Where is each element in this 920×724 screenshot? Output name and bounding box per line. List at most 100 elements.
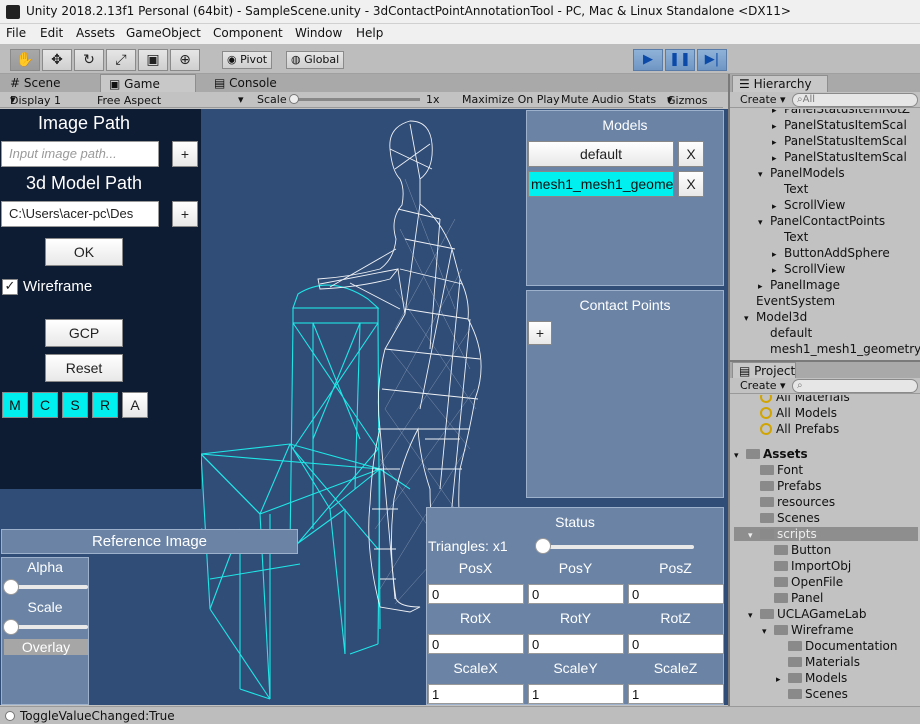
project-item[interactable]: ▸ Models xyxy=(776,671,847,685)
hierarchy-search-input[interactable]: ⌕All xyxy=(792,93,918,107)
game-view[interactable]: Image Path Input image path... + 3d Mode… xyxy=(0,109,728,705)
mode-r-button[interactable]: R xyxy=(92,392,118,418)
hierarchy-item[interactable]: ▸ ScrollView xyxy=(772,198,845,212)
expand-arrow-icon[interactable]: ▸ xyxy=(772,122,784,132)
image-path-input[interactable]: Input image path... xyxy=(1,141,159,167)
project-item[interactable]: Panel xyxy=(762,591,823,605)
menu-window[interactable]: Window xyxy=(295,26,342,40)
scale-slider[interactable] xyxy=(290,98,420,101)
mute-audio-toggle[interactable]: Mute Audio xyxy=(561,93,623,106)
tab-console[interactable]: ▤ Console xyxy=(206,74,285,92)
hierarchy-item[interactable]: ▸ PanelImage xyxy=(758,278,840,292)
menu-assets[interactable]: Assets xyxy=(76,26,115,40)
hand-tool-icon[interactable]: ✋ xyxy=(10,49,40,71)
expand-arrow-icon[interactable]: ▾ xyxy=(758,170,770,180)
model-item-mesh[interactable]: mesh1_mesh1_geomet xyxy=(528,171,674,197)
expand-arrow-icon[interactable]: ▾ xyxy=(748,531,760,541)
project-item[interactable]: Button xyxy=(762,543,831,557)
expand-arrow-icon[interactable]: ▸ xyxy=(772,202,784,212)
scalex-input[interactable]: 1 xyxy=(428,684,524,704)
posz-input[interactable]: 0 xyxy=(628,584,724,604)
menu-gameobject[interactable]: GameObject xyxy=(126,26,201,40)
triangles-slider[interactable] xyxy=(539,545,694,549)
favorite-item[interactable]: All Materials xyxy=(760,395,850,404)
rect-tool-icon[interactable]: ▣ xyxy=(138,49,168,71)
hierarchy-create-dropdown[interactable]: Create ▾ xyxy=(740,93,786,106)
hierarchy-item[interactable]: ▾ PanelModels xyxy=(758,166,845,180)
project-item[interactable]: ▾ scripts xyxy=(734,527,918,541)
hierarchy-item[interactable]: ▸ PanelStatusItemRotZ xyxy=(772,109,910,116)
tab-project[interactable]: ▤ Project xyxy=(732,362,796,379)
tab-hierarchy[interactable]: ☰ Hierarchy xyxy=(732,75,828,92)
assets-root[interactable]: ▾ Assets xyxy=(734,447,808,461)
browse-model-button[interactable]: + xyxy=(172,201,198,227)
menu-file[interactable]: File xyxy=(6,26,26,40)
posx-input[interactable]: 0 xyxy=(428,584,524,604)
expand-arrow-icon[interactable]: ▸ xyxy=(772,138,784,148)
posy-input[interactable]: 0 xyxy=(528,584,624,604)
scale-slider-knob[interactable] xyxy=(289,94,299,104)
triangles-slider-knob[interactable] xyxy=(535,538,551,554)
hierarchy-item[interactable]: default xyxy=(758,326,812,340)
expand-arrow-icon[interactable]: ▾ xyxy=(762,627,774,637)
hierarchy-item[interactable]: Text xyxy=(772,230,808,244)
move-tool-icon[interactable]: ✥ xyxy=(42,49,72,71)
project-item[interactable]: Scenes xyxy=(776,687,848,701)
rotate-tool-icon[interactable]: ↻ xyxy=(74,49,104,71)
hierarchy-item[interactable]: ▾ Model3d xyxy=(744,310,807,324)
menu-component[interactable]: Component xyxy=(213,26,283,40)
project-item[interactable]: Documentation xyxy=(776,639,898,653)
hierarchy-item[interactable]: ▸ ButtonAddSphere xyxy=(772,246,890,260)
hierarchy-item[interactable]: ▸ PanelStatusItemScal xyxy=(772,150,907,164)
mode-m-button[interactable]: M xyxy=(2,392,28,418)
hierarchy-item[interactable]: ▸ PanelStatusItemScal xyxy=(772,134,907,148)
browse-image-button[interactable]: + xyxy=(172,141,198,167)
rotz-input[interactable]: 0 xyxy=(628,634,724,654)
overlay-scale-slider-knob[interactable] xyxy=(3,619,19,635)
maximize-on-play-toggle[interactable]: Maximize On Play xyxy=(462,93,560,106)
hierarchy-item[interactable]: ▾ PanelContactPoints xyxy=(758,214,885,228)
expand-arrow-icon[interactable]: ▾ xyxy=(744,314,756,324)
remove-model-mesh-button[interactable]: X xyxy=(678,171,704,197)
tab-game[interactable]: ▣ Game xyxy=(100,74,196,92)
pivot-toggle[interactable]: ◉ Pivot xyxy=(222,51,273,69)
scalez-input[interactable]: 1 xyxy=(628,684,724,704)
expand-arrow-icon[interactable]: ▸ xyxy=(772,266,784,276)
overlay-toggle[interactable]: Overlay xyxy=(4,639,88,655)
favorite-item[interactable]: All Prefabs xyxy=(760,422,839,436)
menu-help[interactable]: Help xyxy=(356,26,383,40)
global-toggle[interactable]: ◍ Global xyxy=(286,51,345,69)
project-item[interactable]: resources xyxy=(748,495,835,509)
wireframe-checkbox[interactable]: ✓ xyxy=(2,279,18,295)
gizmos-dropdown[interactable]: Gizmos ▾ xyxy=(667,93,708,107)
model-item-default[interactable]: default xyxy=(528,141,674,167)
expand-arrow-icon[interactable]: ▸ xyxy=(758,282,770,292)
add-contact-point-button[interactable]: + xyxy=(528,321,552,345)
menu-edit[interactable]: Edit xyxy=(40,26,63,40)
expand-arrow-icon[interactable]: ▸ xyxy=(772,109,784,116)
step-button[interactable]: ▶| xyxy=(697,49,727,71)
project-search-input[interactable]: ⌕ xyxy=(792,379,918,393)
project-item[interactable]: ImportObj xyxy=(762,559,851,573)
stats-toggle[interactable]: Stats xyxy=(628,93,656,106)
play-button[interactable]: ▶ xyxy=(633,49,663,71)
reset-button[interactable]: Reset xyxy=(45,354,123,382)
mode-s-button[interactable]: S xyxy=(62,392,88,418)
expand-arrow-icon[interactable]: ▸ xyxy=(772,154,784,164)
expand-arrow-icon[interactable]: ▸ xyxy=(772,250,784,260)
tab-scene[interactable]: # Scene xyxy=(2,74,68,92)
hierarchy-item[interactable]: ▸ PanelStatusItemScal xyxy=(772,118,907,132)
scale-tool-icon[interactable]: ⤢ xyxy=(106,49,136,71)
remove-model-default-button[interactable]: X xyxy=(678,141,704,167)
scaley-input[interactable]: 1 xyxy=(528,684,624,704)
hierarchy-item[interactable]: EventSystem xyxy=(744,294,835,308)
project-item[interactable]: Font xyxy=(748,463,803,477)
project-item[interactable]: OpenFile xyxy=(762,575,843,589)
favorite-item[interactable]: All Models xyxy=(760,406,837,420)
mode-c-button[interactable]: C xyxy=(32,392,58,418)
hierarchy-item[interactable]: mesh1_mesh1_geometry xyxy=(758,342,920,356)
project-item[interactable]: ▾ UCLAGameLab xyxy=(748,607,867,621)
model-path-input[interactable]: C:\Users\acer-pc\Des xyxy=(1,201,159,227)
ok-button[interactable]: OK xyxy=(45,238,123,266)
hierarchy-item[interactable]: Text xyxy=(772,182,808,196)
